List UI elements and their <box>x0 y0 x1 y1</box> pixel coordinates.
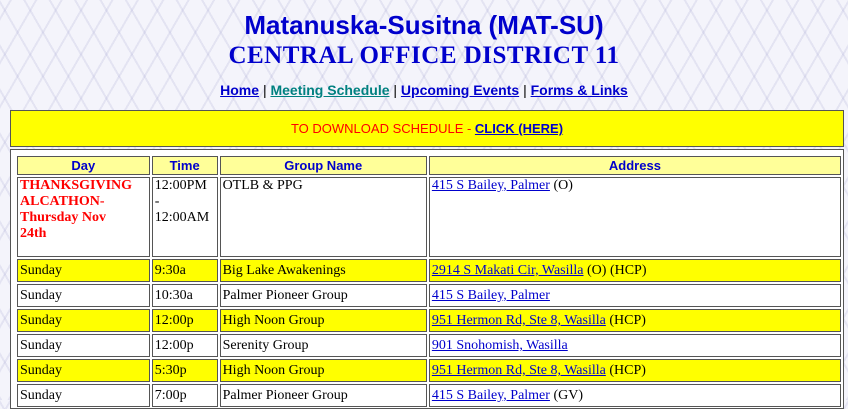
meeting-address-cell: 415 S Bailey, Palmer <box>428 284 841 307</box>
address-note: (GV) <box>549 388 583 403</box>
special-event-day: THANKSGIVING ALCATHON- Thursday Nov 24th <box>17 177 150 257</box>
meeting-address-cell: 2914 S Makati Cir, Wasilla (O) (HCP) <box>428 259 841 282</box>
special-day-line: 24th <box>20 226 47 241</box>
time-dash: - <box>154 194 160 209</box>
meeting-time: 9:30a <box>151 259 218 282</box>
schedule-container: Day Time Group Name Address THANKSGIVING… <box>10 149 844 409</box>
special-day-line: THANKSGIVING <box>20 178 133 193</box>
meeting-day: Sunday <box>17 259 150 282</box>
nav-forms-links-link[interactable]: Forms & Links <box>531 82 628 98</box>
column-header-day: Day <box>17 156 150 175</box>
meeting-day: Sunday <box>17 334 150 357</box>
page-title: Matanuska-Susitna (MAT-SU) <box>244 10 604 40</box>
special-day-line: ALCATHON- <box>20 194 105 209</box>
address-note: (O) (HCP) <box>583 263 647 278</box>
table-row: Sunday 5:30p High Noon Group 951 Hermon Rd,… <box>17 359 841 382</box>
special-day-line: Thursday Nov <box>20 210 106 225</box>
meeting-address-cell: 951 Hermon Rd, Ste 8, Wasilla (HCP) <box>428 359 841 382</box>
meeting-address-cell: 415 S Bailey, Palmer (GV) <box>428 384 841 407</box>
column-header-address: Address <box>428 156 841 175</box>
table-row: Sunday 12:00p Serenity Group 901 Snohomish,… <box>17 334 841 357</box>
address-link[interactable]: 951 Hermon Rd, Ste 8, Wasilla <box>432 313 606 328</box>
table-row: Sunday 7:00p Palmer Pioneer Group 415 S Bai… <box>17 384 841 407</box>
meeting-rows: Sunday 9:30a Big Lake Awakenings 2914 S Mak… <box>17 259 841 407</box>
meeting-day: Sunday <box>17 359 150 382</box>
table-row: Sunday 10:30a Palmer Pioneer Group 415 S Ba… <box>17 284 841 307</box>
meeting-time: 12:00p <box>151 309 218 332</box>
meeting-day: Sunday <box>17 284 150 307</box>
table-row-special-event: THANKSGIVING ALCATHON- Thursday Nov 24th… <box>17 177 841 257</box>
nav-meeting-schedule-link[interactable]: Meeting Schedule <box>270 82 389 98</box>
meeting-group-name: Palmer Pioneer Group <box>219 384 427 407</box>
meeting-group-name: High Noon Group <box>219 309 427 332</box>
column-header-time: Time <box>151 156 218 175</box>
meeting-time: 12:00p <box>151 334 218 357</box>
address-note: (HCP) <box>605 313 646 328</box>
special-event-address-cell: 415 S Bailey, Palmer (O) <box>428 177 841 257</box>
nav-separator: | <box>262 82 267 98</box>
meeting-group-name: Big Lake Awakenings <box>219 259 427 282</box>
address-link[interactable]: 951 Hermon Rd, Ste 8, Wasilla <box>432 363 606 378</box>
table-row: Sunday 12:00p High Noon Group 951 Hermon Rd… <box>17 309 841 332</box>
meeting-day: Sunday <box>17 384 150 407</box>
nav-upcoming-events-link[interactable]: Upcoming Events <box>401 82 519 98</box>
address-link[interactable]: 415 S Bailey, Palmer <box>432 178 550 193</box>
meeting-time: 7:00p <box>151 384 218 407</box>
meeting-group-name: Palmer Pioneer Group <box>219 284 427 307</box>
meeting-time: 10:30a <box>151 284 218 307</box>
page-subtitle: CENTRAL OFFICE DISTRICT 11 <box>228 42 620 69</box>
meeting-group-name: High Noon Group <box>219 359 427 382</box>
address-link[interactable]: 901 Snohomish, Wasilla <box>432 338 568 353</box>
time-end: 12:00AM <box>154 210 210 225</box>
download-banner: TO DOWNLOAD SCHEDULE - CLICK (HERE) <box>10 110 844 147</box>
address-note: (HCP) <box>605 363 646 378</box>
meeting-day: Sunday <box>17 309 150 332</box>
meeting-address-cell: 901 Snohomish, Wasilla <box>428 334 841 357</box>
meeting-time: 5:30p <box>151 359 218 382</box>
time-start: 12:00PM <box>154 178 207 193</box>
nav-separator: | <box>523 82 527 98</box>
download-schedule-link[interactable]: CLICK (HERE) <box>475 121 563 136</box>
nav-home-link[interactable]: Home <box>220 82 259 98</box>
address-link[interactable]: 415 S Bailey, Palmer <box>432 288 550 303</box>
special-event-group: OTLB & PPG <box>219 177 427 257</box>
table-row: Sunday 9:30a Big Lake Awakenings 2914 S Mak… <box>17 259 841 282</box>
nav-separator: | <box>393 82 398 98</box>
address-note: (O) <box>549 178 573 193</box>
address-link[interactable]: 2914 S Makati Cir, Wasilla <box>432 263 584 278</box>
download-label: TO DOWNLOAD SCHEDULE - <box>290 121 475 136</box>
meeting-address-cell: 951 Hermon Rd, Ste 8, Wasilla (HCP) <box>428 309 841 332</box>
address-link[interactable]: 415 S Bailey, Palmer <box>432 388 550 403</box>
nav-bar: Home | Meeting Schedule | Upcoming Event… <box>0 82 848 98</box>
meeting-schedule-table: Day Time Group Name Address THANKSGIVING… <box>15 154 843 409</box>
meeting-group-name: Serenity Group <box>219 334 427 357</box>
column-header-group-name: Group Name <box>219 156 427 175</box>
special-event-time: 12:00PM - 12:00AM <box>151 177 218 257</box>
